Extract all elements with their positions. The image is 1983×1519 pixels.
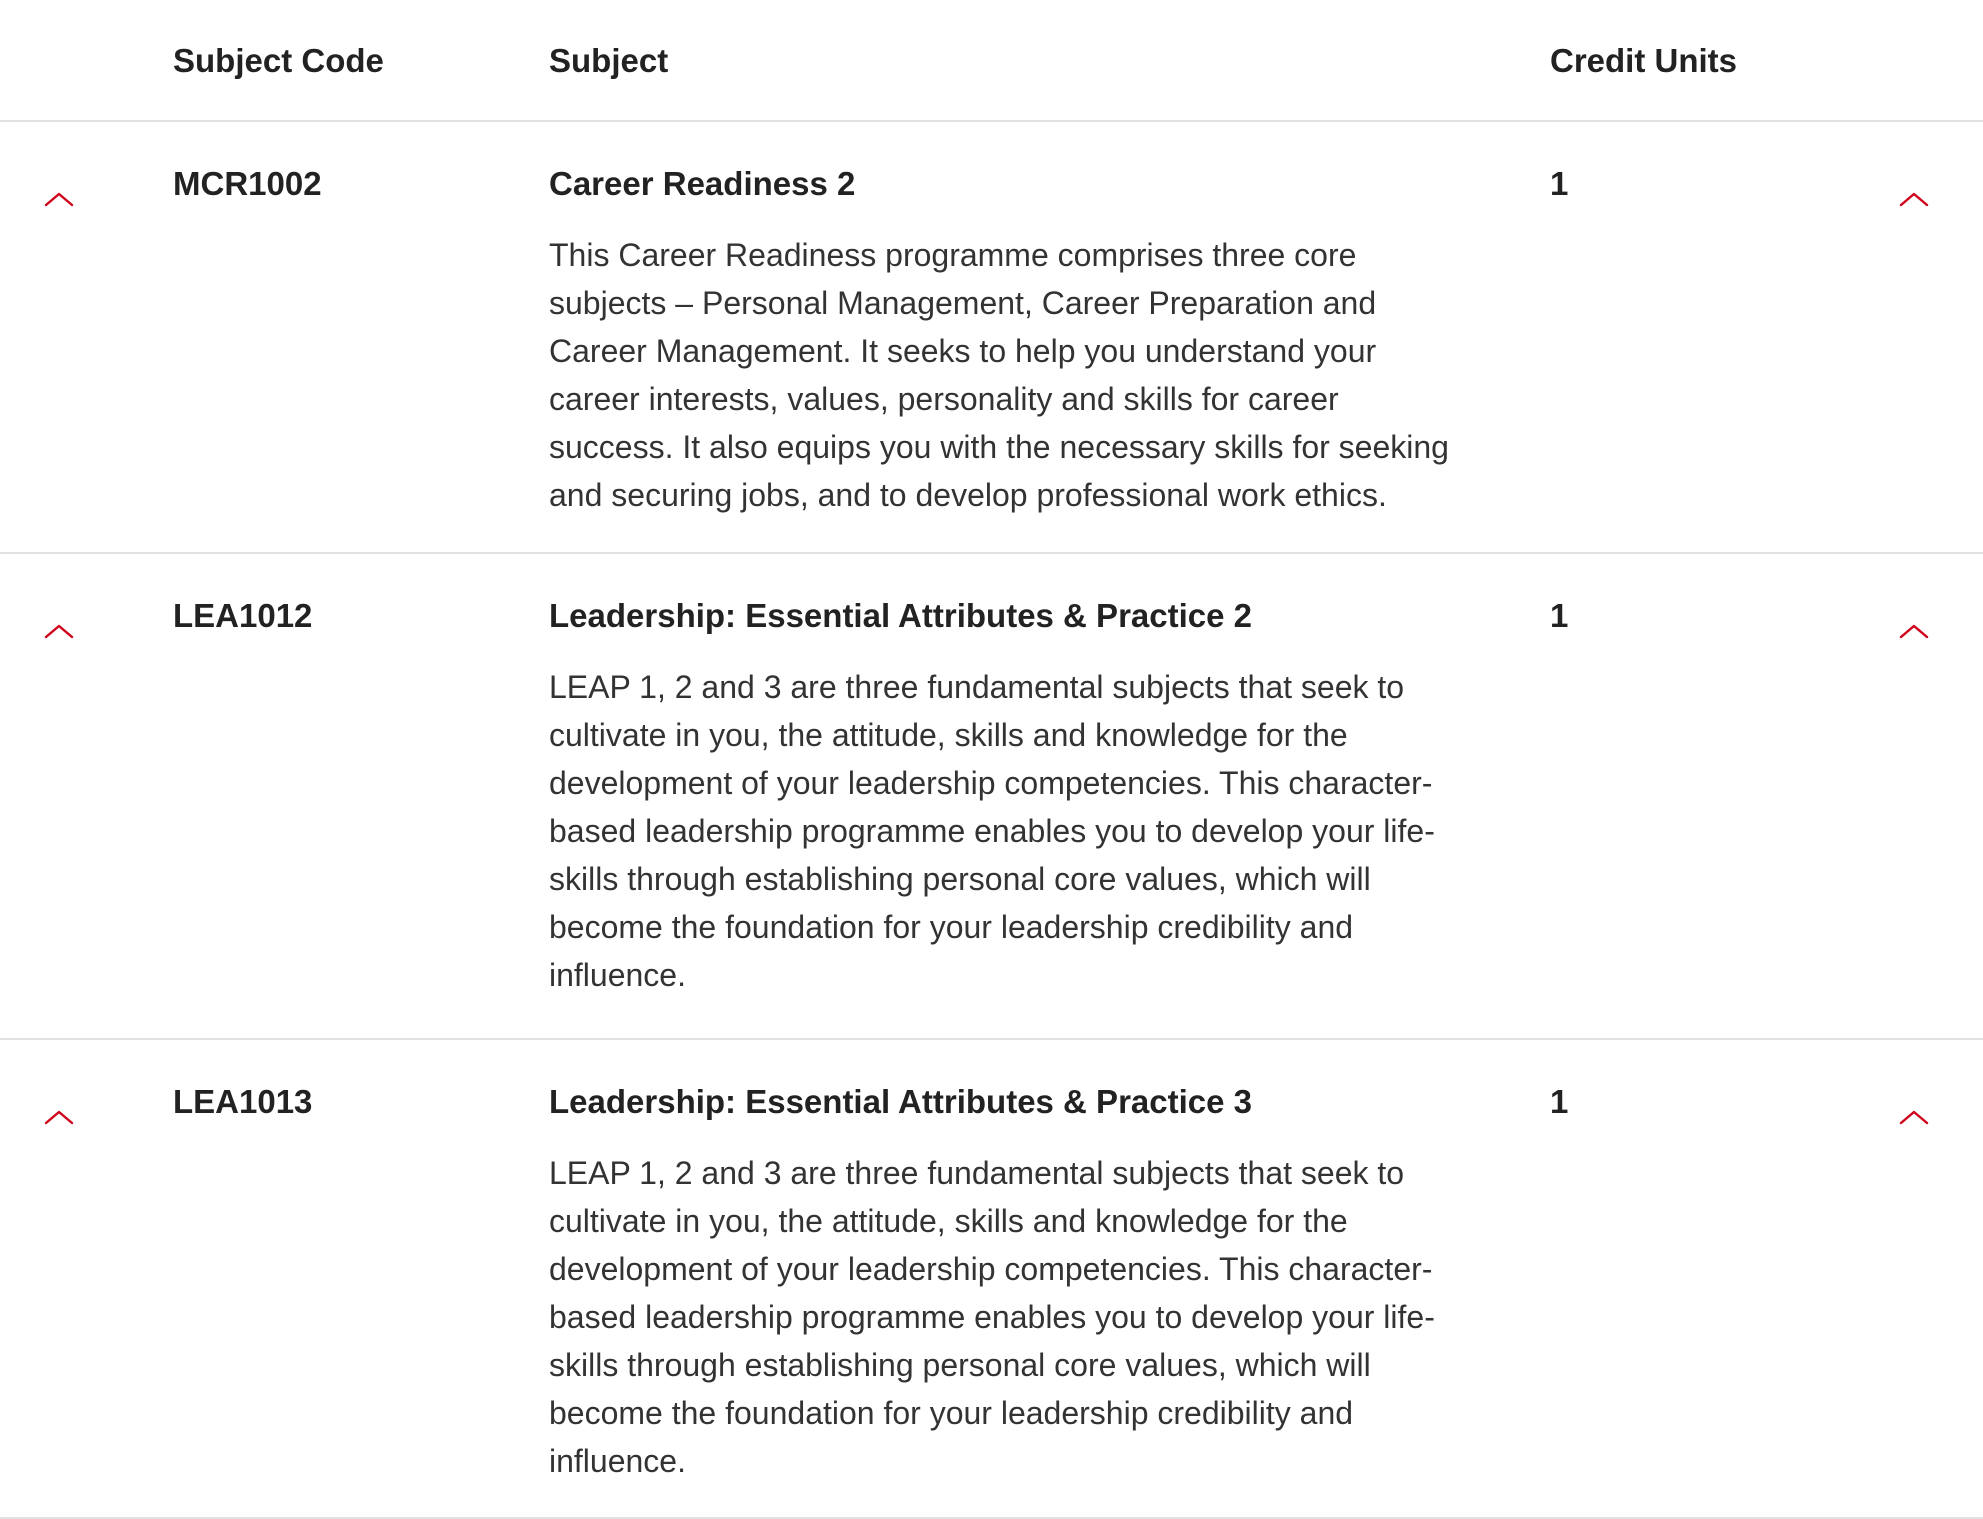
- collapse-toggle-left[interactable]: [37, 1095, 81, 1139]
- subject-description: LEAP 1, 2 and 3 are three fundamental su…: [549, 1155, 1435, 1479]
- table-header: Subject Code Subject Credit Units: [0, 0, 1983, 122]
- subject-code: LEA1013: [173, 1083, 313, 1120]
- subject-row: MCR1002 Career Readiness 2 1 This Career…: [0, 122, 1983, 554]
- subject-title: Leadership: Essential Attributes & Pract…: [549, 1083, 1253, 1120]
- collapse-toggle-left[interactable]: [37, 177, 81, 221]
- collapse-toggle-right[interactable]: [1892, 177, 1936, 221]
- subject-row: LEA1012 Leadership: Essential Attributes…: [0, 554, 1983, 1040]
- header-subject: Subject: [549, 42, 669, 79]
- subject-row: LEA1013 Leadership: Essential Attributes…: [0, 1040, 1983, 1519]
- chevron-up-icon: [44, 192, 74, 207]
- subjects-table: Subject Code Subject Credit Units MCR100…: [0, 0, 1983, 1519]
- credit-units: 1: [1550, 165, 1569, 202]
- chevron-up-icon: [44, 1110, 74, 1125]
- chevron-up-icon: [44, 624, 74, 639]
- header-subject-code: Subject Code: [173, 42, 384, 79]
- subject-title: Career Readiness 2: [549, 165, 856, 202]
- subject-code: MCR1002: [173, 165, 322, 202]
- collapse-toggle-right[interactable]: [1892, 1095, 1936, 1139]
- credit-units: 1: [1550, 1083, 1569, 1120]
- subject-description: This Career Readiness programme comprise…: [549, 237, 1449, 513]
- subject-code: LEA1012: [173, 597, 313, 634]
- subject-title: Leadership: Essential Attributes & Pract…: [549, 597, 1253, 634]
- subject-description: LEAP 1, 2 and 3 are three fundamental su…: [549, 669, 1435, 993]
- header-credit-units: Credit Units: [1550, 42, 1738, 79]
- chevron-up-icon: [1899, 1110, 1929, 1125]
- collapse-toggle-left[interactable]: [37, 609, 81, 653]
- chevron-up-icon: [1899, 192, 1929, 207]
- chevron-up-icon: [1899, 624, 1929, 639]
- credit-units: 1: [1550, 597, 1569, 634]
- collapse-toggle-right[interactable]: [1892, 609, 1936, 653]
